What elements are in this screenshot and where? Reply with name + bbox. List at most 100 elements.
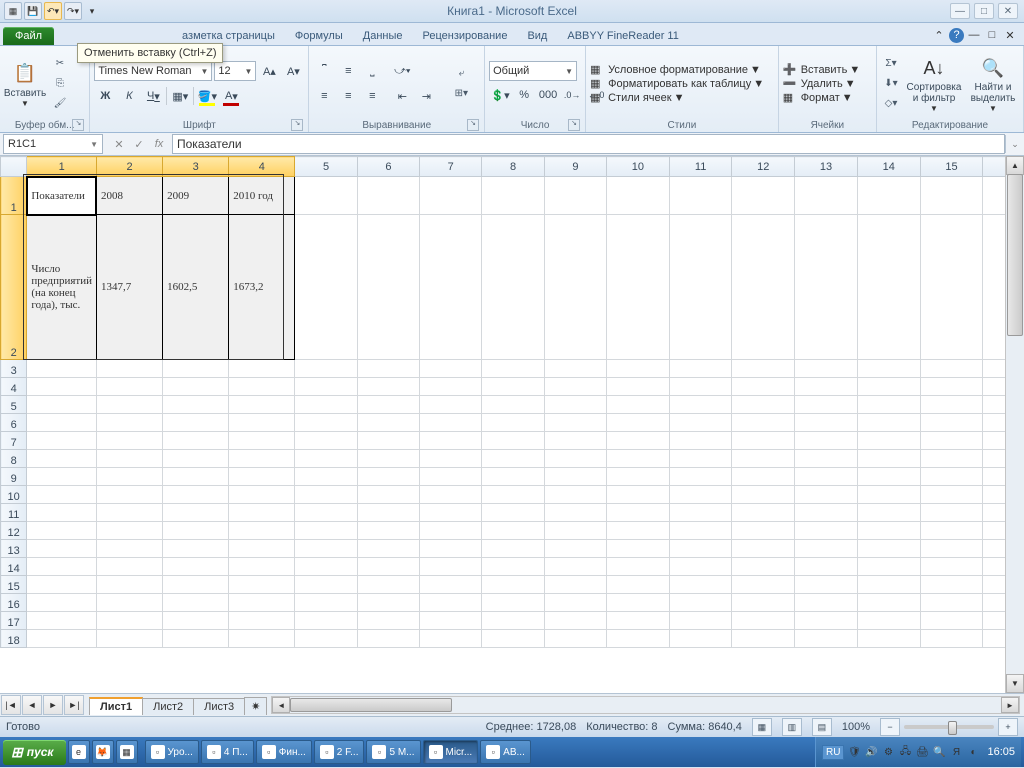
cell[interactable] <box>357 215 419 360</box>
cell[interactable] <box>163 558 229 576</box>
cell[interactable]: 1602,5 <box>163 215 229 360</box>
fill-color-button[interactable]: 🪣▾ <box>196 85 218 107</box>
cell[interactable] <box>544 522 606 540</box>
cell[interactable] <box>669 594 732 612</box>
sheet-nav-last-icon[interactable]: ►| <box>64 695 84 715</box>
conditional-formatting-button[interactable]: ▦Условное форматирование▼ <box>590 63 764 76</box>
cell[interactable] <box>544 378 606 396</box>
cell[interactable] <box>420 215 482 360</box>
qat-customize-icon[interactable]: ▾ <box>84 3 100 19</box>
cell[interactable] <box>607 432 670 450</box>
cell[interactable] <box>857 630 920 648</box>
cell[interactable] <box>795 468 858 486</box>
bold-button[interactable]: Ж <box>94 85 116 107</box>
cell[interactable] <box>96 486 162 504</box>
start-button[interactable]: ⊞пуск <box>3 740 66 765</box>
cell[interactable] <box>96 558 162 576</box>
cell[interactable] <box>420 486 482 504</box>
cell[interactable] <box>732 360 795 378</box>
cell[interactable] <box>295 468 357 486</box>
cell[interactable] <box>295 630 357 648</box>
cell[interactable] <box>295 486 357 504</box>
cell[interactable]: 2009 <box>163 177 229 215</box>
cell[interactable] <box>607 630 670 648</box>
cell[interactable] <box>607 558 670 576</box>
cell[interactable] <box>96 378 162 396</box>
clipboard-dialog-icon[interactable]: ↘ <box>72 119 84 131</box>
cell[interactable] <box>544 576 606 594</box>
cell[interactable] <box>27 504 97 522</box>
cell[interactable] <box>732 522 795 540</box>
column-header[interactable]: 5 <box>295 157 357 177</box>
cell[interactable] <box>295 360 357 378</box>
sheet-nav-next-icon[interactable]: ► <box>43 695 63 715</box>
save-icon[interactable]: 💾 <box>24 2 42 20</box>
cell[interactable] <box>482 378 544 396</box>
cell[interactable] <box>795 594 858 612</box>
cell[interactable] <box>229 414 295 432</box>
cell[interactable] <box>420 378 482 396</box>
column-header[interactable]: 1 <box>27 157 97 177</box>
cell[interactable] <box>669 360 732 378</box>
cell[interactable] <box>482 504 544 522</box>
cell[interactable] <box>920 432 983 450</box>
cell[interactable] <box>920 558 983 576</box>
cell[interactable] <box>544 540 606 558</box>
cell[interactable] <box>607 486 670 504</box>
taskbar-app-button[interactable]: ▫Фин... <box>256 740 312 764</box>
cell[interactable] <box>482 558 544 576</box>
column-header[interactable]: 12 <box>732 157 795 177</box>
tab-review[interactable]: Рецензирование <box>413 27 518 45</box>
cell[interactable] <box>544 450 606 468</box>
column-header[interactable]: 9 <box>544 157 606 177</box>
cell[interactable] <box>482 360 544 378</box>
number-dialog-icon[interactable]: ↘ <box>568 119 580 131</box>
cell[interactable] <box>795 378 858 396</box>
cell[interactable] <box>607 215 670 360</box>
cell[interactable] <box>669 414 732 432</box>
cell[interactable] <box>27 414 97 432</box>
cell[interactable] <box>857 414 920 432</box>
cell[interactable] <box>357 432 419 450</box>
cell[interactable] <box>357 558 419 576</box>
cell[interactable] <box>669 504 732 522</box>
cell[interactable]: 1673,2 <box>229 215 295 360</box>
cell[interactable] <box>420 630 482 648</box>
cell[interactable] <box>607 594 670 612</box>
cell[interactable] <box>295 504 357 522</box>
orientation-icon[interactable]: ⤻▾ <box>391 60 413 82</box>
cell[interactable] <box>544 468 606 486</box>
comma-icon[interactable]: 000 <box>537 84 559 106</box>
cell[interactable] <box>420 540 482 558</box>
undo-icon[interactable]: ↶▾ <box>44 2 62 20</box>
cell[interactable] <box>96 576 162 594</box>
cell[interactable] <box>732 540 795 558</box>
cell[interactable] <box>857 594 920 612</box>
taskbar-app-button[interactable]: ▫Уро... <box>145 740 199 764</box>
redo-icon[interactable]: ↷▾ <box>64 2 82 20</box>
cell[interactable] <box>295 414 357 432</box>
minimize-button[interactable]: — <box>950 3 970 19</box>
cell[interactable] <box>607 522 670 540</box>
wrap-text-button[interactable]: ⤶ <box>447 65 475 83</box>
cell[interactable] <box>229 522 295 540</box>
worksheet-grid[interactable]: 1234567891011121314151Показатели20082009… <box>0 156 1024 693</box>
cell[interactable] <box>669 558 732 576</box>
cell[interactable] <box>27 486 97 504</box>
cell[interactable] <box>607 540 670 558</box>
cell[interactable] <box>857 558 920 576</box>
cell[interactable] <box>732 486 795 504</box>
align-middle-icon[interactable]: ≡ <box>337 60 359 82</box>
cell[interactable] <box>295 594 357 612</box>
cell[interactable] <box>920 378 983 396</box>
tray-icon[interactable]: Я <box>949 745 963 759</box>
font-dialog-icon[interactable]: ↘ <box>291 119 303 131</box>
column-header[interactable]: 11 <box>669 157 732 177</box>
cell[interactable] <box>357 468 419 486</box>
decrease-font-icon[interactable]: A▾ <box>282 60 304 82</box>
quick-launch-3[interactable]: ▦ <box>116 740 138 764</box>
cell[interactable] <box>229 432 295 450</box>
scroll-left-icon[interactable]: ◄ <box>272 697 290 713</box>
cell[interactable] <box>96 432 162 450</box>
cell[interactable] <box>96 396 162 414</box>
